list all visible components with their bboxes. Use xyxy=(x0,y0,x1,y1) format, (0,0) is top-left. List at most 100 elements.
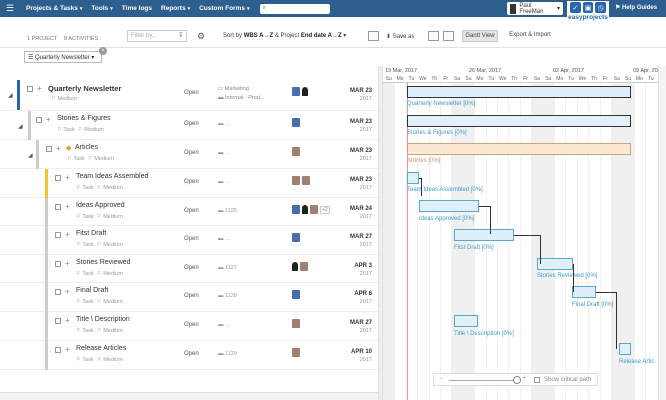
end-date[interactable]: MAR 23 2017 xyxy=(344,87,372,103)
end-date[interactable]: APR 3 2017 xyxy=(344,262,372,278)
collapse-icon[interactable]: ◢ xyxy=(28,152,33,159)
task-title[interactable]: Articles xyxy=(75,144,98,151)
row-checkbox[interactable] xyxy=(46,146,52,152)
gantt-bar[interactable] xyxy=(454,315,478,327)
assignees[interactable] xyxy=(292,118,300,127)
table-row[interactable]: + Ideas Approved ⚐ Task ⚐ Medium Open ▬ 1125… xyxy=(0,198,378,226)
status-text[interactable]: Open xyxy=(184,351,199,357)
save-as-button[interactable]: ⬇ Save as xyxy=(386,33,414,40)
export-import-button[interactable]: Export & Import xyxy=(505,30,555,42)
collapse-icon[interactable]: ◢ xyxy=(8,92,13,99)
table-row[interactable]: ◢ + ◆ Articles ⚐ Task ⚐ Medium Open ▬ ... MAR 2… xyxy=(0,140,378,169)
table-row[interactable]: + Stories Reviewed ⚐ Task ⚐ Medium Open ▬ 11… xyxy=(0,255,378,283)
assignees[interactable] xyxy=(292,262,308,271)
assignees[interactable] xyxy=(292,319,300,328)
view-selector[interactable]: ☰ Quarterly Newsletter ▾ xyxy=(24,51,102,63)
calendar-icon[interactable] xyxy=(368,31,379,41)
close-icon[interactable]: × xyxy=(99,47,107,55)
row-checkbox[interactable] xyxy=(55,261,61,267)
task-title[interactable]: Ideas Approved xyxy=(76,202,125,209)
row-checkbox[interactable] xyxy=(36,117,42,123)
table-row[interactable]: + Team Ideas Assembled ⚐ Task ⚐ Medium Open… xyxy=(0,169,378,198)
add-subtask-icon[interactable]: + xyxy=(65,230,70,239)
table-row[interactable]: + Release Articles ⚐ Task ⚐ Medium Open ▬ 11… xyxy=(0,341,378,370)
add-subtask-icon[interactable]: + xyxy=(56,144,61,153)
critical-path-checkbox[interactable] xyxy=(534,377,540,383)
table-row[interactable]: ◢ + Stories & Figures ⚐ Task ⚐ Medium Open ▬ … xyxy=(0,111,378,140)
lock-icon[interactable]: ▣ xyxy=(582,2,594,13)
zoom-out-button[interactable]: − xyxy=(439,376,443,382)
status-text[interactable]: Open xyxy=(184,121,199,127)
row-checkbox[interactable] xyxy=(55,347,61,353)
nav-reports[interactable]: Reports ▾ xyxy=(161,5,190,12)
task-title[interactable]: Release Articles xyxy=(76,345,126,352)
assignees[interactable] xyxy=(292,290,300,299)
activities-count-link[interactable]: 8 ACTIVITIES xyxy=(64,36,98,42)
assignees[interactable] xyxy=(292,348,300,357)
assignees[interactable] xyxy=(292,176,310,185)
menu-icon[interactable]: ☰ xyxy=(3,0,17,17)
status-text[interactable]: Open xyxy=(184,150,199,156)
end-date[interactable]: MAR 24 2017 xyxy=(344,205,372,221)
end-date[interactable]: MAR 27 2017 xyxy=(344,233,372,249)
gantt-bar[interactable] xyxy=(407,172,419,184)
end-date[interactable]: MAR 23 2017 xyxy=(344,147,372,163)
add-subtask-icon[interactable]: + xyxy=(65,316,70,325)
assignees[interactable] xyxy=(292,233,300,242)
gantt-bar[interactable] xyxy=(419,200,479,212)
end-date[interactable]: APR 10 2017 xyxy=(344,348,372,364)
status-text[interactable]: Open xyxy=(184,293,199,299)
status-text[interactable]: Open xyxy=(184,90,199,96)
collapse-icon[interactable]: ◢ xyxy=(18,123,23,130)
assignees[interactable] xyxy=(292,87,308,96)
sort-selector[interactable]: Sort by WBS A→Z & Project End date A→Z ▾ xyxy=(223,32,346,39)
assignees[interactable]: +2 xyxy=(292,205,330,214)
gantt-bar[interactable] xyxy=(619,343,631,355)
task-title[interactable]: Team Ideas Assembled xyxy=(76,173,148,180)
gantt-bar[interactable] xyxy=(572,286,596,298)
add-subtask-icon[interactable]: + xyxy=(65,259,70,268)
clock-icon[interactable]: ◷ xyxy=(595,2,607,13)
grid-view-icon[interactable] xyxy=(443,31,454,41)
task-title[interactable]: Quarterly Newsletter xyxy=(48,84,121,93)
table-row[interactable]: + Final Draft ⚐ Task ⚐ Medium Open ▬ 1128 APR… xyxy=(0,283,378,312)
nav-custom-forms[interactable]: Custom Forms ▾ xyxy=(199,5,249,12)
status-text[interactable]: Open xyxy=(184,179,199,185)
gantt-bar[interactable] xyxy=(407,143,631,155)
row-checkbox[interactable] xyxy=(55,175,61,181)
zoom-slider[interactable] xyxy=(513,376,521,384)
table-row[interactable]: + Title \ Description ⚐ Task ⚐ Medium Open ▬… xyxy=(0,312,378,341)
add-subtask-icon[interactable]: + xyxy=(65,173,70,182)
status-text[interactable]: Open xyxy=(184,322,199,328)
table-row[interactable]: ◢ + Quarterly Newsletter ⚐ Medium Open ▭ Mark… xyxy=(0,80,378,111)
row-checkbox[interactable] xyxy=(55,232,61,238)
table-row[interactable]: + Fitst Draft ⚐ Task ⚐ Medium Open ▬ ... MAR … xyxy=(0,226,378,255)
help-guides-link[interactable]: ⚑ Help Guides xyxy=(615,4,657,11)
task-title[interactable]: Title \ Description xyxy=(76,316,130,323)
user-menu[interactable]: Paul FreeMan ▾ xyxy=(507,2,563,15)
filter-input[interactable]: Filter by... ⊽ xyxy=(127,30,187,42)
task-title[interactable]: Fitst Draft xyxy=(76,230,106,237)
add-subtask-icon[interactable]: + xyxy=(37,84,42,93)
horizontal-scrollbar[interactable] xyxy=(0,392,378,400)
nav-tools[interactable]: Tools ▾ xyxy=(91,5,112,12)
add-subtask-icon[interactable]: + xyxy=(65,287,70,296)
check-icon[interactable]: ✓ xyxy=(570,2,581,13)
list-view-icon[interactable] xyxy=(428,31,439,41)
row-checkbox[interactable] xyxy=(55,318,61,324)
row-checkbox[interactable] xyxy=(55,204,61,210)
nav-projects-tasks[interactable]: Projects & Tasks ▾ xyxy=(26,5,82,12)
row-checkbox[interactable] xyxy=(27,86,33,92)
end-date[interactable]: APR 6 2017 xyxy=(344,290,372,306)
status-text[interactable]: Open xyxy=(184,208,199,214)
zoom-in-button[interactable]: + xyxy=(523,376,527,382)
nav-time-logs[interactable]: Time logs xyxy=(122,5,152,12)
gear-icon[interactable]: ⚙ xyxy=(197,31,205,42)
row-checkbox[interactable] xyxy=(55,289,61,295)
task-title[interactable]: Stories & Figures xyxy=(57,115,111,122)
status-text[interactable]: Open xyxy=(184,265,199,271)
vertical-scrollbar[interactable] xyxy=(658,66,666,400)
task-title[interactable]: Stories Reviewed xyxy=(76,259,130,266)
status-text[interactable]: Open xyxy=(184,236,199,242)
task-title[interactable]: Final Draft xyxy=(76,287,108,294)
